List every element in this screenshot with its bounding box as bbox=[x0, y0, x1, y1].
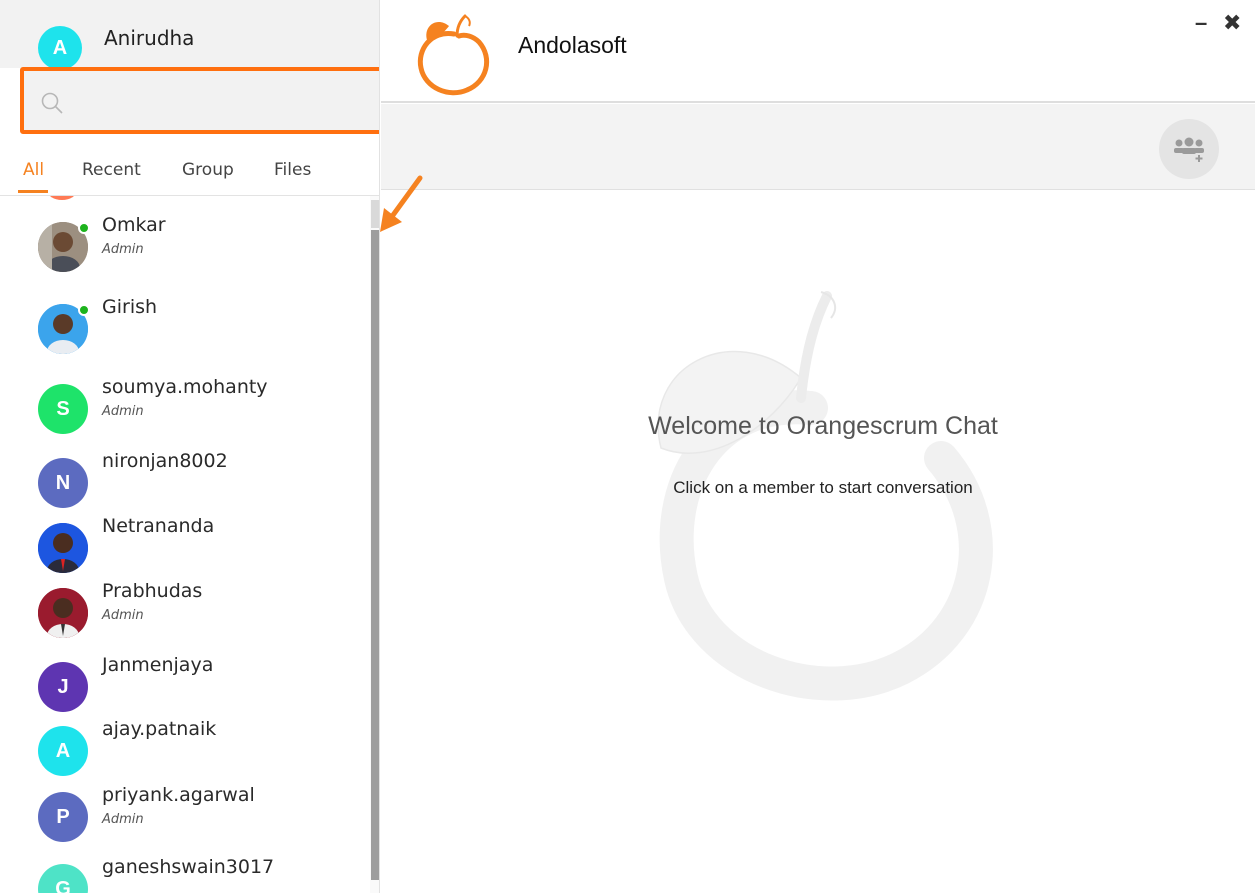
contact-name: ganeshswain3017 bbox=[102, 856, 275, 878]
online-status-dot bbox=[78, 222, 90, 234]
orange-watermark-icon bbox=[657, 291, 993, 701]
chat-empty-state: Welcome to Orangescrum Chat Click on a m… bbox=[381, 190, 1255, 893]
chat-toolbar bbox=[381, 104, 1255, 190]
contact-avatar: S bbox=[38, 384, 88, 434]
chat-panel: Andolasoft – ✖ Welcome to Orangescrum Ch bbox=[381, 0, 1255, 893]
contact-role: Admin bbox=[102, 812, 144, 827]
contact-item[interactable]: G ganeshswain3017 bbox=[0, 848, 370, 893]
scrollbar-thumb[interactable] bbox=[371, 230, 379, 880]
current-user-avatar[interactable]: A bbox=[38, 26, 82, 70]
annotation-arrow-icon bbox=[380, 175, 423, 232]
add-group-icon bbox=[1174, 137, 1204, 162]
contact-avatar: P bbox=[38, 792, 88, 842]
contact-avatar bbox=[38, 588, 88, 638]
contact-item[interactable]: P priyank.agarwal Admin bbox=[0, 776, 370, 842]
contact-role: Admin bbox=[102, 404, 144, 419]
chat-header: Andolasoft – ✖ bbox=[381, 0, 1255, 103]
filter-tabs: All Recent Group Files bbox=[0, 150, 379, 196]
contact-role: Admin bbox=[102, 608, 144, 623]
add-group-button[interactable] bbox=[1159, 119, 1219, 179]
contact-name: Girish bbox=[102, 296, 158, 318]
contact-item[interactable]: Prabhudas Admin bbox=[0, 572, 370, 638]
current-user-name: Anirudha bbox=[104, 26, 195, 50]
welcome-hint: Click on a member to start conversation bbox=[673, 478, 973, 497]
contact-name: Omkar bbox=[102, 214, 166, 236]
minimize-icon[interactable]: – bbox=[1195, 10, 1207, 36]
contact-item[interactable]: Omkar Admin bbox=[0, 206, 370, 272]
contact-list: Omkar Admin Girish S soumya.mohanty Admi… bbox=[0, 196, 370, 893]
contact-name: ajay.patnaik bbox=[102, 718, 217, 740]
contact-name: priyank.agarwal bbox=[102, 784, 255, 806]
contact-name: soumya.mohanty bbox=[102, 376, 268, 398]
contact-item[interactable]: Girish bbox=[0, 288, 370, 354]
contact-name: nironjan8002 bbox=[102, 450, 228, 472]
tab-group[interactable]: Group bbox=[182, 160, 234, 180]
contact-item[interactable]: J Janmenjaya bbox=[0, 646, 370, 712]
contact-name: Janmenjaya bbox=[102, 654, 214, 676]
online-status-dot bbox=[78, 304, 90, 316]
sidebar: A Anirudha All Recent Group Files Omkar … bbox=[0, 0, 380, 893]
contact-name: Prabhudas bbox=[102, 580, 203, 602]
active-tab-indicator bbox=[18, 190, 48, 193]
contact-item[interactable]: S soumya.mohanty Admin bbox=[0, 368, 370, 434]
contact-name: Netrananda bbox=[102, 515, 215, 537]
tab-recent[interactable]: Recent bbox=[82, 160, 141, 180]
orange-logo-icon bbox=[417, 14, 490, 96]
app-title: Andolasoft bbox=[518, 32, 627, 58]
contact-item[interactable]: N nironjan8002 bbox=[0, 442, 370, 508]
current-user-bar: A Anirudha bbox=[0, 0, 379, 70]
welcome-title: Welcome to Orangescrum Chat bbox=[648, 412, 998, 440]
tab-files[interactable]: Files bbox=[274, 160, 311, 180]
contact-avatar bbox=[38, 523, 88, 573]
contact-item[interactable]: Netrananda bbox=[0, 507, 370, 573]
contact-avatar: A bbox=[38, 726, 88, 776]
close-icon[interactable]: ✖ bbox=[1223, 10, 1241, 36]
contact-avatar: J bbox=[38, 662, 88, 712]
search-input[interactable] bbox=[72, 85, 362, 119]
search-icon bbox=[41, 92, 63, 114]
contact-item[interactable]: A ajay.patnaik bbox=[0, 710, 370, 776]
partial-avatar bbox=[47, 196, 77, 200]
contact-avatar: G bbox=[38, 864, 88, 893]
contact-role: Admin bbox=[102, 242, 144, 257]
search-box bbox=[20, 67, 379, 134]
contact-avatar: N bbox=[38, 458, 88, 508]
contact-list-scrollbar[interactable] bbox=[370, 196, 379, 893]
tab-all[interactable]: All bbox=[23, 160, 44, 180]
